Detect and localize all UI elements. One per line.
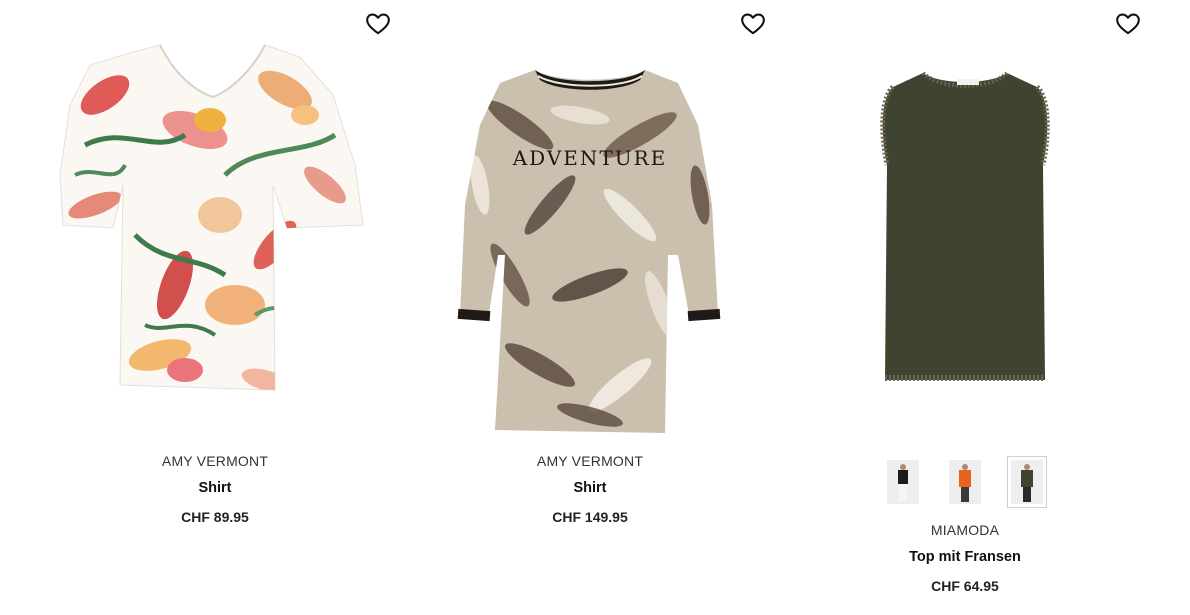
product-image[interactable] (775, 35, 1155, 435)
svg-text:ADVENTURE: ADVENTURE (512, 146, 668, 170)
product-name[interactable]: Shirt (25, 479, 405, 497)
color-swatch-orange[interactable] (945, 456, 985, 508)
product-name[interactable]: Shirt (400, 479, 780, 497)
product-info: AMY VERMONT Shirt CHF 149.95 (400, 452, 780, 526)
product-brand: MIAMODA (930, 522, 1000, 538)
product-name[interactable]: Top mit Fransen (775, 548, 1155, 566)
product-price: CHF 64.95 (931, 578, 999, 594)
product-price: CHF 89.95 (181, 509, 249, 525)
color-swatch-black[interactable] (883, 456, 923, 508)
product-info: AMY VERMONT Shirt CHF 89.95 (25, 452, 405, 526)
color-swatches (775, 456, 1155, 508)
product-info: MIAMODA Top mit Fransen CHF 64.95 (775, 521, 1155, 595)
heart-icon[interactable] (365, 11, 391, 37)
product-price: CHF 149.95 (552, 509, 628, 525)
product-brand: AMY VERMONT (536, 453, 644, 469)
product-card[interactable]: AMY VERMONT Shirt CHF 89.95 (25, 0, 405, 615)
product-card[interactable]: MIAMODA Top mit Fransen CHF 64.95 (775, 0, 1155, 615)
product-brand: AMY VERMONT (161, 453, 269, 469)
product-image[interactable]: ADVENTURE (400, 35, 780, 435)
heart-icon[interactable] (740, 11, 766, 37)
product-image[interactable] (25, 35, 405, 435)
product-card[interactable]: ADVENTURE AMY VERMONT Shirt CHF 149.95 (400, 0, 780, 615)
color-swatch-olive[interactable] (1007, 456, 1047, 508)
heart-icon[interactable] (1115, 11, 1141, 37)
